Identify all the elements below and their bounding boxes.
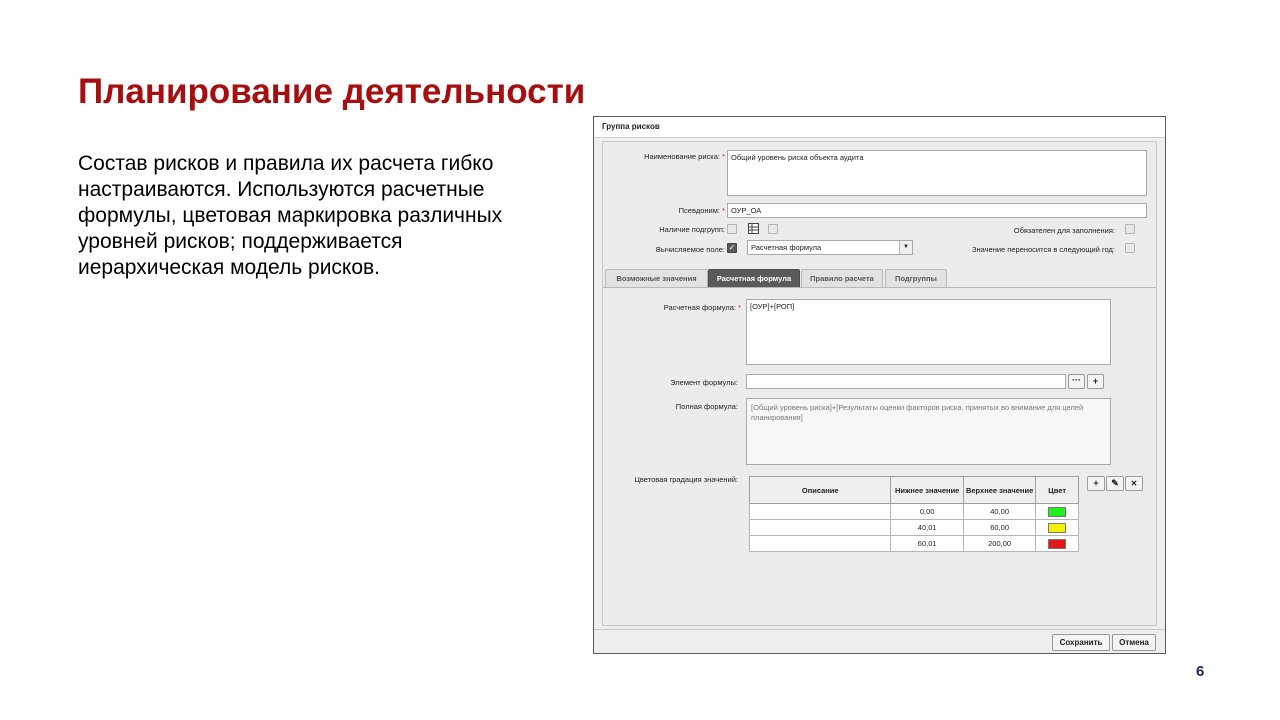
risk-properties-panel: Наименование риска: * Общий уровень риск… — [602, 141, 1157, 626]
row-low: 60,01 — [890, 535, 964, 552]
row-low: 0,00 — [890, 503, 964, 520]
color-swatch — [1048, 538, 1067, 549]
column-color[interactable]: Цвет — [1035, 476, 1079, 504]
tab-possible-values[interactable]: Возможные значения — [605, 269, 708, 287]
row-description — [748, 519, 892, 536]
formula-element-input[interactable] — [746, 374, 1066, 389]
computed-field-checkbox[interactable]: ✓ — [727, 243, 737, 253]
edit-row-button[interactable]: ✎ — [1106, 476, 1124, 491]
table-icon[interactable] — [748, 223, 759, 234]
column-description[interactable]: Описание — [748, 476, 892, 504]
risk-group-window: Группа рисков Наименование риска: * Общи… — [593, 116, 1166, 654]
add-element-button[interactable]: + — [1087, 374, 1104, 389]
subgroups-extra-checkbox[interactable] — [768, 224, 778, 234]
column-low[interactable]: Нижнее значение — [890, 476, 964, 504]
gradation-table: Описание Нижнее значение Верхнее значени… — [748, 476, 1079, 552]
delete-row-button[interactable]: ✕ — [1125, 476, 1143, 491]
row-low: 40,01 — [890, 519, 964, 536]
full-formula-input[interactable]: [Общий уровень риска]+[Результаты оценки… — [746, 398, 1111, 465]
chevron-down-icon[interactable]: ▼ — [899, 241, 912, 254]
color-swatch — [1048, 522, 1067, 533]
column-high[interactable]: Верхнее значение — [962, 476, 1037, 504]
carry-over-checkbox[interactable] — [1125, 243, 1135, 253]
row-high: 60,00 — [962, 519, 1037, 536]
tab-subgroups[interactable]: Подгруппы — [885, 269, 947, 287]
window-title: Группа рисков — [594, 117, 1165, 138]
computed-type-select[interactable]: Расчетная формула ▼ — [747, 240, 913, 255]
formula-element-label: Элемент формулы: — [670, 378, 738, 387]
pencil-icon: ✎ — [1111, 478, 1119, 488]
alias-input[interactable]: ОУР_ОА — [727, 203, 1147, 218]
subgroups-label: Наличие подгрупп: — [659, 225, 725, 234]
page-number: 6 — [1196, 663, 1205, 680]
table-row[interactable]: 60,01 200,00 — [748, 535, 1079, 552]
full-formula-label: Полная формула: — [675, 402, 738, 411]
add-row-button[interactable]: + — [1087, 476, 1105, 491]
formula-label: Расчетная формула: * — [663, 303, 741, 312]
carry-over-label: Значение переносится в следующий год: — [971, 245, 1115, 254]
required-checkbox[interactable] — [1125, 224, 1135, 234]
slide-title: Планирование деятельности — [78, 72, 586, 111]
footer-divider — [594, 629, 1165, 630]
row-high: 40,00 — [962, 503, 1037, 520]
formula-input[interactable]: [ОУР]+[РОП] — [746, 299, 1111, 365]
color-gradation-label: Цветовая градация значений: — [634, 475, 738, 484]
computed-field-label: Вычисляемое поле: — [655, 245, 725, 254]
browse-button[interactable]: ··· — [1068, 374, 1085, 389]
tab-bar: Возможные значения Расчетная формула Пра… — [603, 265, 1156, 288]
row-high: 200,00 — [962, 535, 1037, 552]
required-label: Обязателен для заполнения: — [1013, 226, 1115, 235]
row-description — [748, 503, 892, 520]
cancel-button[interactable]: Отмена — [1112, 634, 1156, 651]
tab-formula[interactable]: Расчетная формула — [708, 269, 800, 287]
risk-name-input[interactable]: Общий уровень риска объекта аудита — [727, 150, 1147, 196]
slide-body-text: Состав рисков и правила их расчета гибко… — [78, 152, 503, 279]
table-row[interactable]: 0,00 40,00 — [748, 503, 1079, 520]
subgroups-checkbox[interactable] — [727, 224, 737, 234]
color-swatch — [1048, 506, 1067, 517]
table-row[interactable]: 40,01 60,00 — [748, 519, 1079, 536]
alias-label: Псевдоним: * — [678, 206, 725, 215]
risk-name-label: Наименование риска: * — [644, 152, 725, 161]
row-description — [748, 535, 892, 552]
tab-calc-rule[interactable]: Правило расчета — [801, 269, 883, 287]
save-button[interactable]: Сохранить — [1052, 634, 1110, 651]
close-icon: ✕ — [1130, 479, 1138, 488]
computed-type-value: Расчетная формула — [751, 243, 822, 252]
